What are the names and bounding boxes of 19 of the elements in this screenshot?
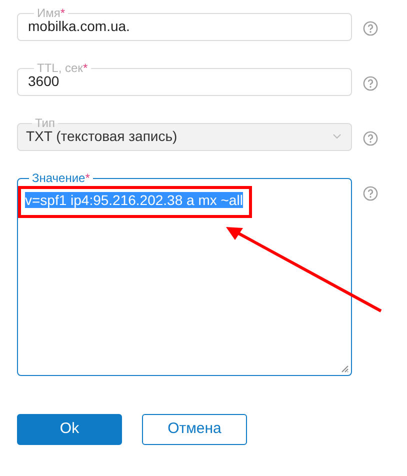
resize-grip-icon [341,365,349,373]
field-label: Значение* [31,172,91,184]
select-value: TXT (текстовая запись) [26,127,178,146]
help-icon[interactable] [363,76,378,91]
field-label: Имя* [36,7,66,19]
cancel-button[interactable]: Отмена [142,414,247,445]
help-icon[interactable] [363,131,378,146]
help-icon[interactable] [363,21,378,36]
field-label: TTL, сек* [36,62,89,74]
field-value: mobilka.com.ua. [28,17,130,36]
field-label: Тип [34,117,56,129]
ok-button[interactable]: Ok [17,414,122,445]
help-icon[interactable] [363,186,378,201]
chevron-down-icon [333,134,341,139]
field-value: 3600 [28,73,60,91]
input-field[interactable]: TTL, сек* 3600 [17,62,352,96]
input-field[interactable]: Имя* mobilka.com.ua. [17,7,352,41]
textarea-field[interactable]: Значение* v=spf1 ip4:95.216.202.38 a mx ~all [17,172,352,376]
selected-text: v=spf1 ip4:95.216.202.38 a mx ~all [25,192,243,208]
